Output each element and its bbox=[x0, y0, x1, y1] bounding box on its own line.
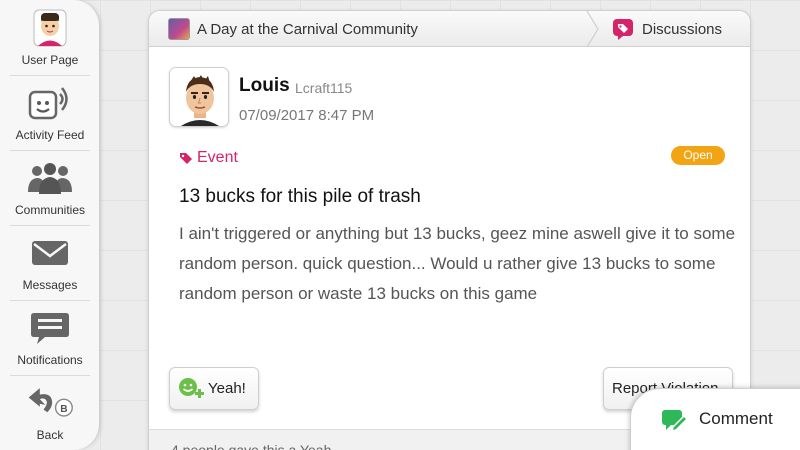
b-button-hint: B bbox=[60, 404, 67, 415]
sidebar-item-messages[interactable]: Messages bbox=[0, 225, 100, 300]
yeah-button[interactable]: Yeah! bbox=[169, 367, 259, 410]
chevron-divider-icon bbox=[586, 11, 599, 47]
author-name[interactable]: Louis bbox=[239, 75, 290, 97]
comment-button[interactable]: Comment bbox=[630, 388, 800, 450]
sidebar-item-label: Messages bbox=[22, 278, 78, 292]
discussion-tag-icon bbox=[613, 19, 633, 40]
community-link[interactable]: A Day at the Carnival Community bbox=[149, 11, 589, 47]
post-title: 13 bucks for this pile of trash bbox=[179, 186, 421, 207]
yeah-plus-icon bbox=[179, 377, 204, 398]
discussions-link[interactable]: Discussions bbox=[601, 11, 750, 47]
comment-label: Comment bbox=[699, 409, 773, 428]
sidebar-item-label: Communities bbox=[14, 203, 86, 217]
sidebar-item-user-page[interactable]: User Page bbox=[0, 0, 100, 75]
author-avatar[interactable] bbox=[169, 67, 229, 127]
communities-icon bbox=[25, 157, 75, 199]
sidebar: User Page Activity Feed Communities Mess… bbox=[0, 0, 100, 450]
tag-label: Event bbox=[197, 149, 238, 166]
post-body: I ain't triggered or anything but 13 buc… bbox=[179, 224, 736, 303]
back-arrow-icon: B bbox=[25, 382, 75, 424]
sidebar-item-back[interactable]: B Back bbox=[0, 375, 100, 450]
post-card: A Day at the Carnival Community Discussi… bbox=[148, 10, 751, 450]
discussions-label: Discussions bbox=[642, 20, 723, 38]
comment-pencil-icon bbox=[662, 410, 687, 432]
sidebar-item-label: User Page bbox=[21, 53, 79, 67]
sidebar-item-activity-feed[interactable]: Activity Feed bbox=[0, 75, 100, 150]
community-thumbnail-icon bbox=[168, 18, 190, 40]
post-tag: Event bbox=[179, 149, 238, 167]
activity-feed-icon bbox=[25, 82, 75, 124]
envelope-icon bbox=[25, 232, 75, 274]
tag-icon bbox=[180, 153, 192, 164]
sidebar-item-communities[interactable]: Communities bbox=[0, 150, 100, 225]
sidebar-item-notifications[interactable]: Notifications bbox=[0, 300, 100, 375]
status-badge: Open bbox=[671, 146, 725, 165]
sidebar-item-label: Activity Feed bbox=[15, 128, 85, 142]
yeah-count: 4 people gave this a Yeah. bbox=[171, 442, 336, 450]
post-timestamp: 07/09/2017 8:47 PM bbox=[239, 107, 375, 124]
speech-bubble-icon bbox=[25, 307, 75, 349]
yeah-label: Yeah! bbox=[208, 380, 246, 397]
sidebar-item-label: Back bbox=[36, 428, 64, 442]
community-name: A Day at the Carnival Community bbox=[197, 20, 418, 38]
sidebar-item-label: Notifications bbox=[17, 353, 83, 367]
card-header: A Day at the Carnival Community Discussi… bbox=[149, 11, 750, 47]
author-id: Lcraft115 bbox=[295, 80, 353, 96]
user-avatar-icon bbox=[25, 7, 75, 49]
